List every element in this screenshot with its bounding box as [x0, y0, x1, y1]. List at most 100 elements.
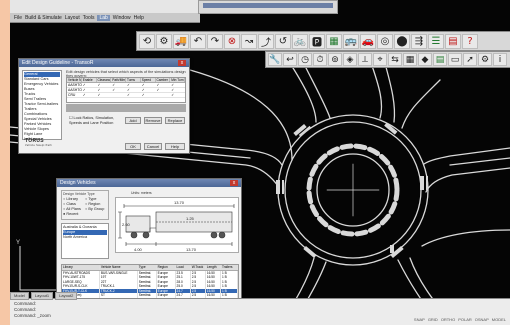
checkbox-cell[interactable] — [82, 83, 97, 87]
replace-button[interactable]: Replace — [165, 117, 185, 124]
delete-icon[interactable]: ⊗ — [224, 33, 240, 49]
column-header[interactable]: Library — [62, 265, 100, 270]
grid-icon[interactable]: ▦ — [326, 33, 342, 49]
checkbox-cell[interactable] — [82, 88, 97, 92]
table-icon[interactable]: ▤ — [433, 53, 447, 66]
vehicle-tool-icon[interactable]: ⟲ — [139, 33, 155, 49]
bus-icon[interactable]: 🚌 — [343, 33, 359, 49]
reverse-icon[interactable]: ↩ — [283, 53, 297, 66]
vehicle-table[interactable]: Library Vehicle Name Type Region Load W.Track… — [61, 264, 239, 300]
checkbox-cell[interactable] — [170, 93, 185, 97]
cancel-button[interactable]: Cancel — [144, 143, 162, 150]
stopwatch-icon[interactable]: ⏱ — [313, 53, 327, 66]
radio-option[interactable]: Library — [63, 197, 85, 201]
radio-option[interactable]: Recent — [63, 212, 85, 216]
arc-path-icon[interactable]: ↶ — [190, 33, 206, 49]
radio-option[interactable]: Region — [85, 202, 107, 206]
checkbox-cell[interactable] — [97, 93, 112, 97]
close-icon[interactable]: x — [178, 60, 186, 66]
steering-icon[interactable]: ⊚ — [328, 53, 342, 66]
table-row[interactable]: TRUCK (6m)STSemitrai.Europe24.72.516.501… — [62, 293, 238, 298]
parking-icon[interactable]: 🅿 — [309, 33, 325, 49]
info-icon[interactable]: i — [493, 53, 507, 66]
status-toggle[interactable]: ORTHO — [441, 317, 455, 323]
column-header[interactable]: W.Track — [191, 265, 206, 270]
status-toggle[interactable]: OSNAP — [475, 317, 489, 323]
background-window[interactable] — [198, 0, 338, 14]
status-toggle[interactable]: GRID — [428, 317, 438, 323]
column-header[interactable]: Type — [138, 265, 157, 270]
column-header[interactable]: Vehicle Name — [67, 78, 82, 82]
checkbox-cell[interactable] — [170, 83, 185, 87]
split-icon[interactable]: ⇆ — [388, 53, 402, 66]
lock-option-checkbox[interactable]: ☐ Lock Ratios, Simulation, Speeds and La… — [69, 116, 119, 126]
vehicle-library-list[interactable]: Australia & Oceania Europe North America — [61, 223, 109, 259]
ok-button[interactable]: OK — [125, 143, 141, 150]
checkbox-cell[interactable] — [82, 93, 97, 97]
column-header[interactable]: Length — [206, 265, 221, 270]
guideline-grid[interactable]: Vehicle NameEnableClearancePath/MirrorTu… — [66, 77, 186, 103]
railway-icon[interactable]: ⇶ — [411, 33, 427, 49]
checkbox-cell[interactable] — [111, 83, 126, 87]
column-header[interactable]: Load — [176, 265, 191, 270]
checkbox-cell[interactable] — [111, 93, 126, 97]
checkbox-cell[interactable] — [156, 83, 171, 87]
checkbox-cell[interactable] — [126, 93, 141, 97]
radio-option[interactable]: All Plans — [63, 207, 85, 211]
status-toggle[interactable]: POLAR — [458, 317, 472, 323]
checkbox-cell[interactable] — [141, 93, 156, 97]
column-header[interactable]: Clearance — [97, 78, 112, 82]
car-icon[interactable]: 🚗 — [360, 33, 376, 49]
column-header[interactable]: Camber — [156, 78, 171, 82]
checkbox-cell[interactable] — [111, 88, 126, 92]
radio-option[interactable]: Type — [85, 197, 107, 201]
report-icon[interactable]: ▤ — [445, 33, 461, 49]
compass-icon[interactable]: ◈ — [343, 53, 357, 66]
layers-icon[interactable]: ☰ — [428, 33, 444, 49]
help-icon[interactable]: ? — [462, 33, 478, 49]
command-line[interactable]: Model Layout1 Layout2 Command: Command: Comm… — [10, 292, 510, 325]
truck-icon[interactable]: 🚚 — [173, 33, 189, 49]
checkbox-cell[interactable] — [141, 88, 156, 92]
add-button[interactable]: Add — [125, 117, 141, 124]
layout-tab[interactable]: Model — [10, 292, 29, 300]
edit-path-icon[interactable]: ⤴ — [258, 33, 274, 49]
checkbox-cell[interactable] — [126, 83, 141, 87]
layout-tab[interactable]: Layout2 — [55, 292, 78, 300]
curve-tool-icon[interactable]: ↝ — [241, 33, 257, 49]
layout-tab[interactable]: Layout1 — [30, 292, 54, 300]
bike-icon[interactable]: 🚲 — [292, 33, 308, 49]
pointer-icon[interactable]: ➚ — [463, 53, 477, 66]
column-header[interactable]: Path/Mirror — [111, 78, 126, 82]
column-header[interactable]: Trailers — [221, 265, 238, 270]
list-item[interactable]: North America — [63, 235, 107, 240]
column-header[interactable]: Speed — [141, 78, 156, 82]
checkbox-cell[interactable] — [97, 88, 112, 92]
marker-icon[interactable]: ⬤ — [394, 33, 410, 49]
column-header[interactable]: Vehicle Name — [100, 265, 138, 270]
column-header[interactable]: Enable — [82, 78, 97, 82]
settings-icon[interactable]: ⚙ — [478, 53, 492, 66]
table-row[interactable]: CRU — [67, 93, 185, 98]
tag-icon[interactable]: ◆ — [418, 53, 432, 66]
help-button[interactable]: Help — [165, 143, 185, 150]
close-icon[interactable]: x — [230, 180, 238, 186]
radio-option[interactable]: Class — [63, 202, 85, 206]
column-header[interactable]: Region — [157, 265, 176, 270]
doc-icon[interactable]: ▭ — [448, 53, 462, 66]
roundabout-icon[interactable]: ◎ — [377, 33, 393, 49]
category-tree[interactable]: General Standard Cars Emergency Vehicles Bu… — [22, 70, 62, 141]
survey-icon[interactable]: ⌖ — [373, 53, 387, 66]
measure-icon[interactable]: ⟂ — [358, 53, 372, 66]
remove-button[interactable]: Remove — [144, 117, 162, 124]
swept-path-icon[interactable]: ↷ — [207, 33, 223, 49]
status-toggle[interactable]: SNAP — [414, 317, 425, 323]
calc-icon[interactable]: ▦ — [403, 53, 417, 66]
column-header[interactable]: Turns — [126, 78, 141, 82]
dial-icon[interactable]: ◷ — [298, 53, 312, 66]
turn-tool-icon[interactable]: ↺ — [275, 33, 291, 49]
column-header[interactable]: Min Turn — [170, 78, 185, 82]
checkbox-cell[interactable] — [97, 83, 112, 87]
checkbox-cell[interactable] — [156, 93, 171, 97]
status-toggle[interactable]: MODEL — [492, 317, 506, 323]
